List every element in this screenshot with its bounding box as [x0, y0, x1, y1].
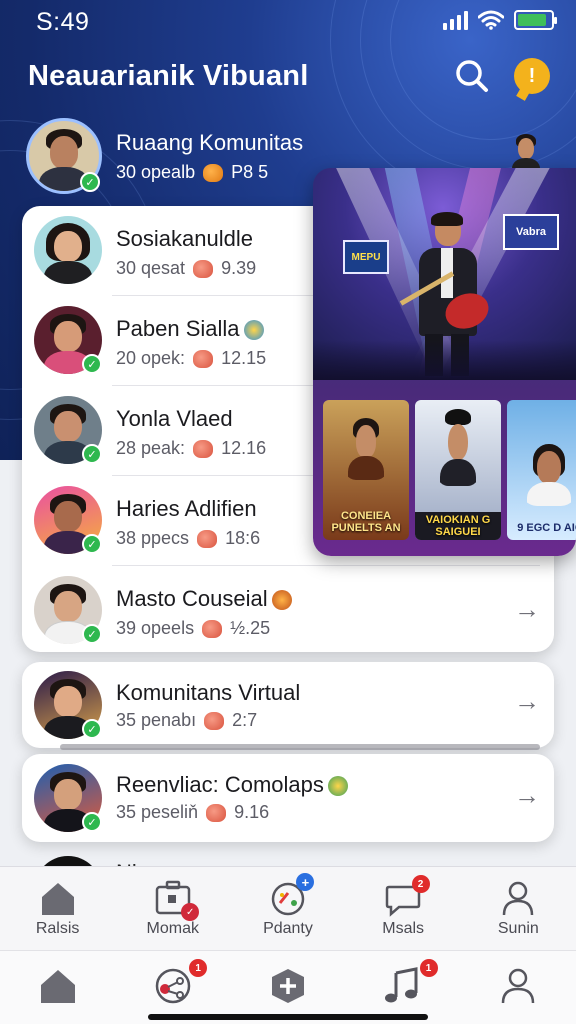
- tab-sunin[interactable]: Sunin: [461, 867, 576, 950]
- list-item-name: Haries Adlifien: [116, 496, 257, 521]
- app-title: Neauarianik Vibuanl: [28, 60, 309, 92]
- add-box-icon: [271, 969, 304, 1003]
- list-item-stat: 12.15: [221, 348, 267, 368]
- list-item-meta: 30 qesat: [116, 258, 186, 278]
- arrow-right-icon[interactable]: →: [514, 686, 540, 717]
- thumb-label: CONEIEA PUNELTS AN: [331, 509, 401, 534]
- card-content: Reenvliac: Comolaps 35 peseliň 9.16 →: [22, 754, 554, 842]
- list-item-meta: 20 opek:: [116, 348, 186, 368]
- battery-icon: [514, 10, 557, 30]
- event-thumbnail[interactable]: 9 EGC D AIC: [507, 400, 576, 540]
- globe-icon: [327, 776, 348, 797]
- verified-icon: ✓: [82, 534, 102, 554]
- event-thumbnail[interactable]: CONEIEA PUNELTS AN: [323, 400, 409, 540]
- tab-momak[interactable]: ✓ Momak: [115, 867, 230, 950]
- stage-sign-left: MEPU: [343, 240, 389, 274]
- profile-icon: [503, 881, 534, 916]
- tab-label: Msals: [382, 920, 425, 937]
- tab-home[interactable]: [0, 951, 115, 1024]
- notification-badge: 1: [419, 959, 438, 977]
- featured-community[interactable]: ✓ Ruaang Komunitas 30 opealb P8 5: [26, 118, 346, 198]
- verified-icon: ✓: [82, 354, 102, 374]
- list-item-meta: 38 ppecs: [116, 528, 190, 548]
- tab-msals[interactable]: 2 Msals: [346, 867, 461, 950]
- list-item[interactable]: ✓ Reenvliac: Comolaps 35 peseliň 9.16 →: [22, 754, 554, 842]
- search-icon[interactable]: [452, 56, 492, 96]
- avatar: [34, 216, 102, 284]
- tab-pdanty[interactable]: + Pdanty: [230, 867, 345, 950]
- fire-icon: [271, 590, 292, 611]
- list-item[interactable]: ✓ Komunitans Virtual 35 penabı 2:7 →: [22, 662, 554, 748]
- status-bar: S:49: [0, 0, 576, 44]
- check-badge-icon: ✓: [181, 903, 200, 921]
- card-content: Komunitans Virtual 35 penabı 2:7 →: [22, 662, 554, 748]
- list-item-name: Reenvliac: Comolaps: [116, 772, 348, 798]
- tab-bar-secondary: 1 1: [0, 950, 576, 1024]
- verified-icon: ✓: [82, 444, 102, 464]
- verified-icon: ✓: [82, 624, 102, 644]
- profile-icon: [502, 968, 535, 1004]
- thumb-label: VAIOKIAN G SAIGUEI: [415, 511, 501, 540]
- fist-icon: [193, 349, 214, 368]
- list-item-name: Yonla Vlaed: [116, 406, 233, 431]
- list-item-stat: 9.16: [234, 802, 270, 822]
- hand-icon: [203, 163, 224, 182]
- music-note-icon: [385, 967, 418, 1003]
- tab-label: Pdanty: [263, 920, 313, 937]
- featured-meta: 30 opealb: [116, 162, 196, 182]
- fist-icon: [202, 619, 223, 638]
- list-item-name: Komunitans Virtual: [116, 680, 301, 705]
- globe-icon: [243, 320, 264, 341]
- notification-symbol: !: [528, 64, 536, 87]
- arrow-right-icon[interactable]: →: [514, 594, 540, 625]
- list-item-stat: 12.16: [221, 438, 267, 458]
- tab-profile[interactable]: [461, 951, 576, 1024]
- tab-label: Momak: [146, 920, 199, 937]
- notification-badge: 2: [411, 875, 430, 893]
- list-item-name: Masto Couseial: [116, 586, 292, 612]
- home-icon: [40, 970, 75, 1003]
- fist-icon: [204, 711, 225, 730]
- fist-icon: [206, 803, 227, 822]
- list-item-stat: 18:6: [225, 528, 261, 548]
- list-item-meta: 28 peak:: [116, 438, 186, 458]
- list-item-meta: 39 opeels: [116, 618, 195, 638]
- list-item-name: Paben Sialla: [116, 316, 264, 342]
- plus-badge-icon: +: [296, 873, 315, 891]
- list-item-stat: ½.25: [230, 618, 271, 638]
- list-item-name: Sosiakanuldle: [116, 226, 253, 251]
- fist-icon: [193, 439, 214, 458]
- fist-icon: [193, 259, 214, 278]
- stage-sign-right: Vabra: [503, 214, 559, 250]
- concert-stage-image: MEPU Vabra: [313, 168, 576, 380]
- verified-icon: ✓: [80, 172, 100, 192]
- list-item-meta: 35 peseliň: [116, 802, 199, 822]
- tab-ralsis[interactable]: Ralsis: [0, 867, 115, 950]
- featured-name: Ruaang Komunitas: [116, 130, 304, 155]
- event-image-card[interactable]: MEPU Vabra CONEIEA PUNELTS AN VAIOKIAN G…: [313, 168, 576, 556]
- arrow-right-icon[interactable]: →: [514, 780, 540, 811]
- tab-label: Sunin: [497, 920, 539, 937]
- share-network-icon: [155, 968, 191, 1004]
- list-item-stat: 9.39: [221, 258, 257, 278]
- tab-label: Ralsis: [35, 920, 80, 937]
- list-item[interactable]: ✓ Masto Couseial 39 opeels ½.25 →: [22, 568, 554, 658]
- event-thumbnail[interactable]: VAIOKIAN G SAIGUEI: [415, 400, 501, 540]
- list-item-stat: 2:7: [232, 710, 258, 730]
- home-indicator: [148, 1014, 428, 1020]
- notification-badge: 1: [189, 959, 208, 977]
- signal-icon: [443, 10, 468, 30]
- divider: [60, 744, 540, 750]
- notification-icon[interactable]: !: [514, 58, 550, 94]
- featured-stat: P8 5: [231, 162, 269, 182]
- thumb-label: 9 EGC D AIC: [517, 521, 576, 534]
- home-icon: [41, 883, 74, 915]
- status-time: S:49: [36, 8, 90, 36]
- tab-bar-primary: Ralsis ✓ Momak + Pdanty 2 Msals Sunin: [0, 866, 576, 950]
- wifi-icon: [478, 10, 504, 30]
- list-item-meta: 35 penabı: [116, 710, 197, 730]
- fist-icon: [197, 529, 218, 548]
